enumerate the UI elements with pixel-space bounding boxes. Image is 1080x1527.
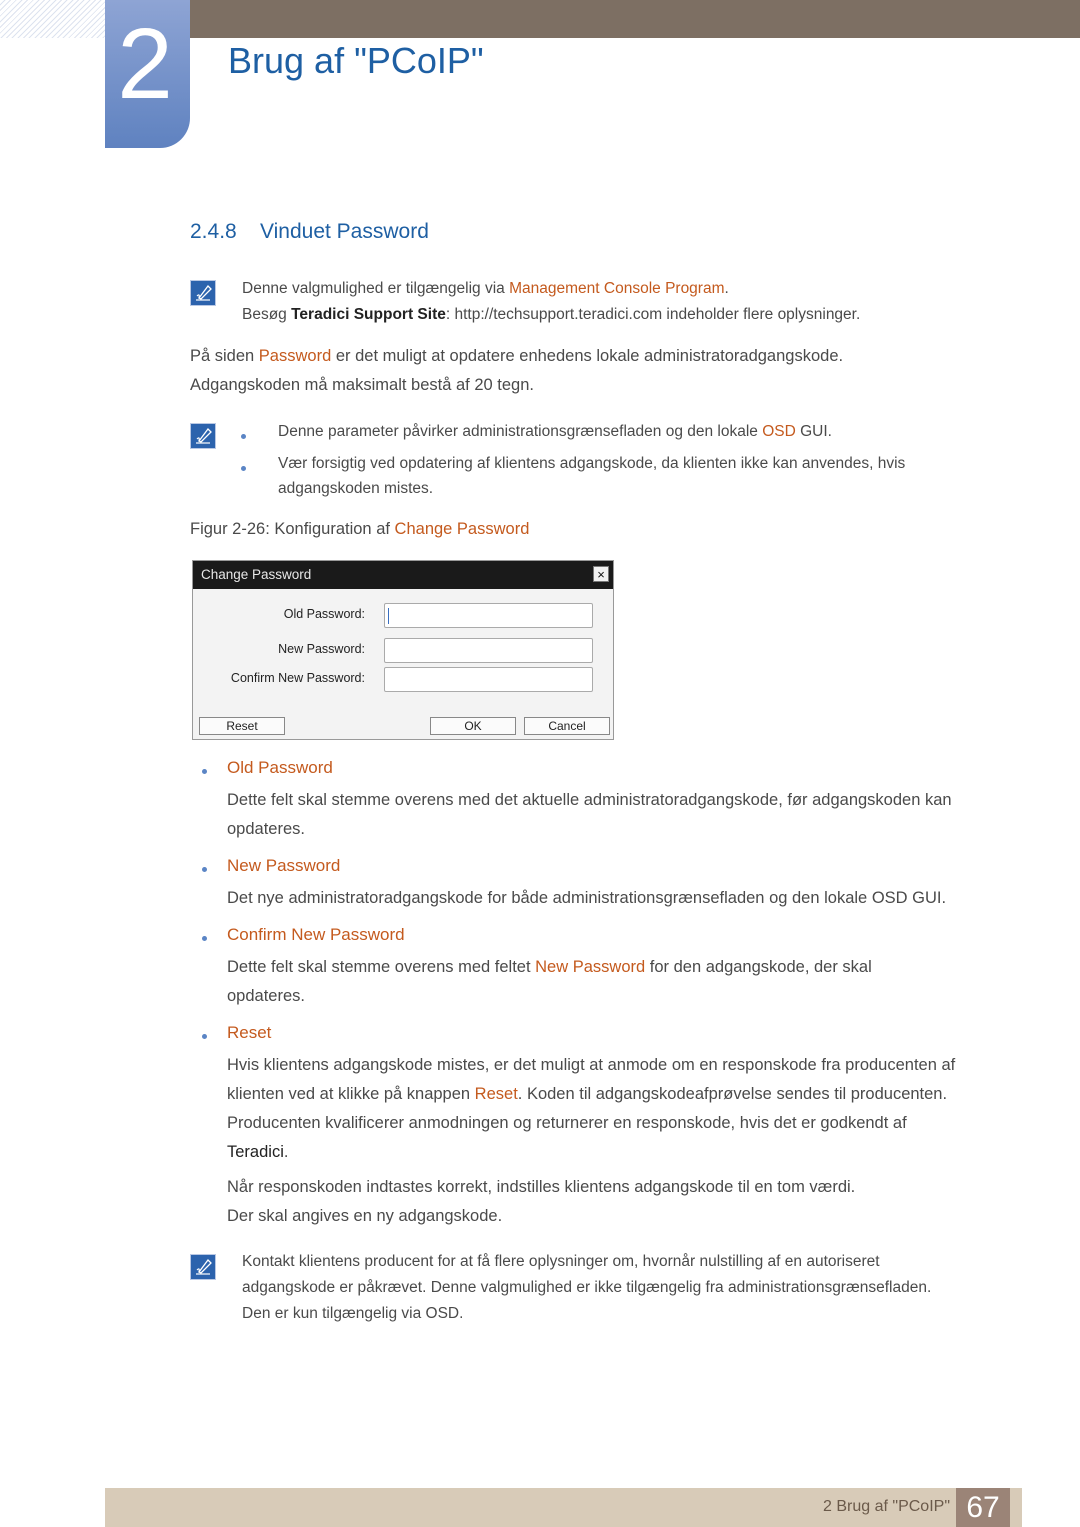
confirm-password-label: Confirm New Password:: [230, 671, 365, 685]
new-password-desc: Det nye administratoradgangskode for båd…: [227, 889, 947, 907]
intro-line2: Adgangskoden må maksimalt bestå af 20 te…: [190, 376, 534, 394]
new-password-label: New Password:: [278, 642, 365, 656]
note1-line1: Denne valgmulighed er tilgængelig via Ma…: [242, 276, 729, 302]
note1-text: Besøg: [242, 306, 292, 323]
item-title-reset: Reset: [227, 1023, 272, 1042]
reset-desc-line2: klienten ved at klikke på knappen Reset.…: [227, 1080, 947, 1109]
dialog-titlebar: Change Password ×: [193, 561, 613, 589]
intro-text: På siden: [190, 347, 259, 365]
teradici-support-site: Teradici Support Site: [291, 306, 446, 323]
note3-line3: Den er kun tilgængelig via OSD.: [242, 1305, 464, 1322]
header-bar: [190, 0, 1080, 38]
intro-line1: På siden Password er det muligt at opdat…: [190, 342, 843, 371]
note1-line2: Besøg Teradici Support Site: http://tech…: [242, 302, 860, 328]
bullet-icon: [202, 1034, 207, 1039]
note2-bullet1: Denne parameter påvirker administrations…: [278, 419, 832, 445]
teradici-text: Teradici: [227, 1143, 284, 1161]
section-number: 2.4.8: [190, 220, 237, 243]
note-pen-icon: [190, 423, 216, 449]
note-pen-icon: [190, 1254, 216, 1280]
confirm-desc-line1: Dette felt skal stemme overens med felte…: [227, 953, 872, 982]
reset-desc-line6: Der skal angives en ny adgangskode.: [227, 1207, 503, 1225]
reset-desc-line4: Teradici.: [227, 1138, 288, 1167]
chapter-tab: 2: [105, 0, 190, 148]
close-button[interactable]: ×: [593, 566, 609, 582]
confirm-text-end: for den adgangskode, der skal: [645, 958, 872, 976]
header-hatch-decoration: [0, 0, 105, 38]
confirm-text: Dette felt skal stemme overens med felte…: [227, 958, 536, 976]
text-caret: [388, 608, 389, 624]
old-password-desc-line1: Dette felt skal stemme overens med det a…: [227, 791, 952, 809]
change-password-dialog: Change Password × Old Password: New Pass…: [192, 560, 614, 740]
reset-desc-line3: Producenten kvalificerer anmodningen og …: [227, 1114, 907, 1132]
reset-desc-line5: Når responskoden indtastes korrekt, inds…: [227, 1178, 856, 1196]
note1-text-end: .: [724, 280, 729, 297]
section-title: 2.4.8 Vinduet Password: [190, 220, 429, 244]
cancel-button[interactable]: Cancel: [524, 717, 610, 735]
reset-button[interactable]: Reset: [199, 717, 285, 735]
note1-url-text: : http://techsupport.teradici.com indeho…: [445, 306, 861, 323]
bullet-icon: [241, 434, 246, 439]
change-password-highlight: Change Password: [394, 520, 530, 538]
item-title-confirm-new-password: Confirm New Password: [227, 925, 405, 944]
new-password-highlight: New Password: [535, 958, 646, 976]
dialog-title: Change Password: [201, 567, 312, 582]
bullet-icon: [202, 867, 207, 872]
note2-bullet2-line1: Vær forsigtig ved opdatering af klienten…: [278, 455, 906, 472]
bullet-icon: [202, 769, 207, 774]
password-highlight: Password: [258, 347, 332, 365]
new-password-input[interactable]: [384, 638, 593, 663]
osd-highlight: OSD: [762, 423, 796, 440]
note1-text: Denne valgmulighed er tilgængelig via: [242, 280, 510, 297]
reset-desc-line1: Hvis klientens adgangskode mistes, er de…: [227, 1056, 956, 1074]
old-password-desc-line2: opdateres.: [227, 820, 305, 838]
item-title-new-password: New Password: [227, 856, 341, 875]
reset-text: klienten ved at klikke på knappen: [227, 1085, 475, 1103]
chapter-title: Brug af "PCoIP": [228, 40, 484, 81]
confirm-desc-line2: opdateres.: [227, 987, 305, 1005]
note-pen-icon: [190, 280, 216, 306]
note2-text-end: GUI.: [795, 423, 832, 440]
old-password-input[interactable]: [384, 603, 593, 628]
page-footer: 2 Brug af "PCoIP" 67: [105, 1488, 1022, 1527]
section-name: Vinduet Password: [260, 220, 429, 243]
reset-text-period: .: [283, 1143, 289, 1161]
item-title-old-password: Old Password: [227, 758, 333, 777]
page-number: 67: [956, 1488, 1010, 1527]
confirm-password-input[interactable]: [384, 667, 593, 692]
bullet-icon: [202, 936, 207, 941]
ok-button[interactable]: OK: [430, 717, 516, 735]
chapter-number: 2: [117, 8, 173, 120]
footer-chapter-text: 2 Brug af "PCoIP": [823, 1498, 950, 1515]
note3-line2: adgangskode er påkrævet. Denne valgmulig…: [242, 1279, 932, 1296]
intro-text-end: er det muligt at opdatere enhedens lokal…: [331, 347, 844, 365]
note3-line1: Kontakt klientens producent for at få fl…: [242, 1253, 880, 1270]
old-password-label: Old Password:: [283, 607, 365, 621]
note2-bullet2-line2: adgangskoden mistes.: [278, 480, 434, 497]
figure-caption: Figur 2-26: Konfiguration af Change Pass…: [190, 515, 529, 544]
note2-text: Denne parameter påvirker administrations…: [278, 423, 763, 440]
bullet-icon: [241, 466, 246, 471]
caption-text: Figur 2-26: Konfiguration af: [190, 520, 395, 538]
management-console-link: Management Console Program: [509, 280, 725, 297]
reset-highlight: Reset: [474, 1085, 518, 1103]
reset-text-end: . Koden til adgangskodeafprøvelse sendes…: [517, 1085, 948, 1103]
